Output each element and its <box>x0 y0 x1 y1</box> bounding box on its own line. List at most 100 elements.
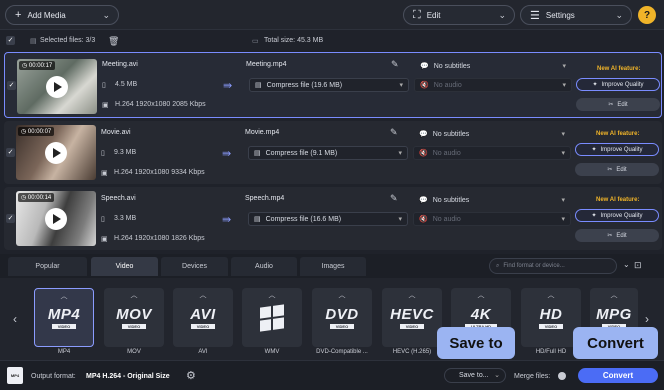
compress-dropdown[interactable]: ▤ Compress file (16.6 MB) ▾ <box>248 212 408 226</box>
format-logo: MPG <box>596 306 632 323</box>
format-tile-mp4[interactable]: ︿ MP4 VIDEO <box>34 288 94 347</box>
edit-button[interactable]: ⛶ Edit ⌄ <box>403 5 515 25</box>
subtitles-dropdown[interactable]: 💬 No subtitles ▾ <box>414 59 572 73</box>
add-media-label: Add Media <box>27 10 66 20</box>
file-row[interactable]: ✓ ◷ 00:00:14 Speech.avi ▯ 3.3 MB ▣ H.264… <box>4 187 662 250</box>
scroll-left-icon[interactable]: ‹ <box>13 312 17 326</box>
audio-dropdown[interactable]: 🔇 No audio ▾ <box>414 78 572 92</box>
improve-quality-button[interactable]: ✦ Improve Quality <box>576 78 660 91</box>
output-file-name[interactable]: Speech.mp4 <box>245 195 284 202</box>
video-thumbnail[interactable]: ◷ 00:00:07 <box>16 125 96 180</box>
source-codec-info: H.264 1920x1080 9334 Kbps <box>114 169 205 176</box>
merge-files-label: Merge files: <box>514 373 551 380</box>
mute-icon: 🔇 <box>420 82 429 89</box>
source-file-size: 3.3 MB <box>114 215 137 222</box>
format-tile-mov[interactable]: ︿ MOV VIDEO <box>104 288 164 347</box>
format-logo-sub: VIDEO <box>329 324 355 329</box>
chevron-up-icon: ︿ <box>408 292 416 299</box>
chevron-down-icon[interactable]: ⌄ <box>623 260 630 269</box>
improve-quality-button[interactable]: ✦ Improve Quality <box>575 209 659 222</box>
duration-text: 00:00:14 <box>27 195 52 201</box>
file-row[interactable]: ✓ ◷ 00:00:17 Meeting.avi ▯ 4.5 MB ▣ H.26… <box>4 52 662 118</box>
settings-label: Settings <box>545 10 575 20</box>
format-logo-sub: VIDEO <box>399 324 425 329</box>
file-checkbox[interactable]: ✓ <box>6 147 15 157</box>
settings-icon: ☰ <box>530 9 540 22</box>
chevron-up-icon: ︿ <box>130 292 138 299</box>
edit-file-button[interactable]: ✂ Edit <box>576 98 660 111</box>
tab-video[interactable]: Video <box>91 257 158 276</box>
source-file-name: Movie.avi <box>101 129 131 136</box>
source-codec-info: H.264 1920x1080 1826 Kbps <box>114 235 205 242</box>
subtitles-value: No subtitles <box>432 196 470 204</box>
sparkle-icon: ✦ <box>592 82 598 88</box>
compress-icon: ▤ <box>255 82 262 89</box>
file-row[interactable]: ✓ ◷ 00:00:07 Movie.avi ▯ 9.3 MB ▣ H.264 … <box>4 121 662 184</box>
audio-value: No audio <box>432 149 461 157</box>
save-to-dropdown[interactable]: Save to... ⌄ <box>444 368 506 383</box>
output-file-name[interactable]: Meeting.mp4 <box>246 61 286 68</box>
edit-file-label: Edit <box>616 232 627 239</box>
video-thumbnail[interactable]: ◷ 00:00:17 <box>17 58 97 114</box>
file-checkbox[interactable]: ✓ <box>7 81 16 90</box>
tab-popular[interactable]: Popular <box>8 257 87 276</box>
chevron-up-icon: ︿ <box>60 293 68 300</box>
format-logo: HD <box>539 306 563 323</box>
audio-dropdown[interactable]: 🔇 No audio ▾ <box>413 212 571 226</box>
edit-file-label: Edit <box>617 101 628 108</box>
play-icon[interactable] <box>45 208 67 230</box>
convert-callout: Convert <box>573 327 658 359</box>
file-checkbox[interactable]: ✓ <box>6 213 15 223</box>
compress-dropdown[interactable]: ▤ Compress file (19.6 MB) ▾ <box>249 78 409 92</box>
chevron-down-icon: ▾ <box>561 197 565 204</box>
video-icon: ▣ <box>101 170 108 177</box>
edit-file-button[interactable]: ✂ Edit <box>575 163 659 176</box>
edit-file-button[interactable]: ✂ Edit <box>575 229 659 242</box>
compress-dropdown[interactable]: ▤ Compress file (9.1 MB) ▾ <box>248 146 408 160</box>
scroll-right-icon[interactable]: › <box>645 312 649 326</box>
subtitles-dropdown[interactable]: 💬 No subtitles ▾ <box>413 193 571 207</box>
pencil-icon[interactable]: ✎ <box>390 127 398 138</box>
search-icon: ⌕ <box>496 262 500 269</box>
play-icon[interactable] <box>46 75 68 98</box>
speech-bubble-icon: 💬 <box>419 197 428 204</box>
gear-icon[interactable]: ⚙ <box>186 369 196 382</box>
compress-value: Compress file (19.6 MB) <box>266 81 343 89</box>
clock-icon: ◷ <box>21 195 28 201</box>
output-format-label: Output format: <box>31 373 76 380</box>
mute-icon: 🔇 <box>419 150 428 157</box>
merge-files-toggle[interactable] <box>558 372 566 380</box>
improve-quality-label: Improve Quality <box>600 212 643 219</box>
total-size-text: Total size: 45.3 MB <box>264 37 324 44</box>
select-all-checkbox[interactable]: ✓ <box>6 36 15 45</box>
tab-audio[interactable]: Audio <box>231 257 297 276</box>
compress-value: Compress file (9.1 MB) <box>265 149 338 157</box>
pencil-icon[interactable]: ✎ <box>390 193 398 204</box>
convert-button[interactable]: Convert <box>578 368 658 383</box>
selected-files-text: Selected files: 3/3 <box>40 37 96 44</box>
source-file-name: Speech.avi <box>101 195 136 202</box>
video-thumbnail[interactable]: ◷ 00:00:14 <box>16 191 96 246</box>
format-tile-hd-full-hd[interactable]: ︿ HD VIDEO <box>521 288 581 347</box>
audio-dropdown[interactable]: 🔇 No audio ▾ <box>413 146 571 160</box>
format-tile-hevc-h-265[interactable]: ︿ HEVC VIDEO <box>382 288 442 347</box>
format-tile-wmv[interactable]: ︿ <box>242 288 302 347</box>
format-search-input[interactable]: ⌕ Find format or device... <box>489 258 617 274</box>
format-tile-dvd-compatible[interactable]: ︿ DVD VIDEO <box>312 288 372 347</box>
settings-button[interactable]: ☰ Settings ⌄ <box>520 5 632 25</box>
trash-icon[interactable]: 🗑 <box>108 36 119 47</box>
tab-devices[interactable]: Devices <box>161 257 228 276</box>
subtitles-dropdown[interactable]: 💬 No subtitles ▾ <box>413 127 571 141</box>
pencil-icon[interactable]: ✎ <box>391 59 399 70</box>
save-to-label: Save to... <box>459 372 489 379</box>
format-logo: MP4 <box>47 306 81 323</box>
add-preset-icon[interactable]: ⊡ <box>634 260 642 271</box>
help-button[interactable]: ? <box>638 6 656 24</box>
tab-images[interactable]: Images <box>300 257 366 276</box>
add-media-button[interactable]: + Add Media ⌄ <box>5 5 119 25</box>
play-icon[interactable] <box>45 142 67 164</box>
format-label: WMV <box>264 349 280 355</box>
format-tile-avi[interactable]: ︿ AVI VIDEO <box>173 288 233 347</box>
improve-quality-button[interactable]: ✦ Improve Quality <box>575 143 659 156</box>
output-file-name[interactable]: Movie.mp4 <box>245 129 279 136</box>
